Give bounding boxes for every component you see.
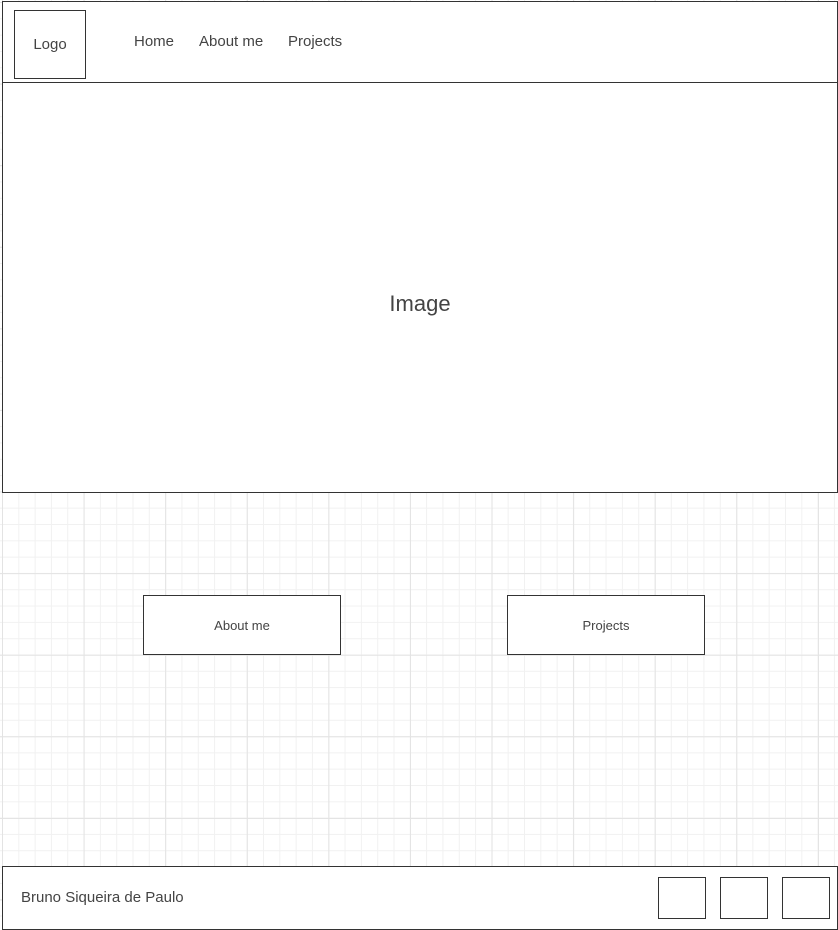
footer-author-name: Bruno Siqueira de Paulo — [21, 889, 184, 906]
projects-button-label: Projects — [582, 617, 630, 633]
social-link-placeholder-3[interactable] — [782, 877, 830, 919]
nav-link-projects[interactable]: Projects — [288, 33, 342, 51]
hero-image-placeholder: Image — [2, 82, 838, 493]
projects-button[interactable]: Projects — [507, 595, 705, 655]
site-header: Logo Home About me Projects — [2, 1, 838, 83]
about-me-button-label: About me — [214, 617, 270, 633]
social-link-placeholder-1[interactable] — [658, 877, 706, 919]
social-link-placeholder-2[interactable] — [720, 877, 768, 919]
site-footer: Bruno Siqueira de Paulo — [2, 866, 838, 930]
logo-label: Logo — [33, 36, 67, 53]
logo-placeholder[interactable]: Logo — [14, 10, 86, 79]
hero-image-label: Image — [389, 290, 451, 316]
about-me-button[interactable]: About me — [143, 595, 341, 655]
nav-link-about[interactable]: About me — [199, 33, 263, 51]
nav-link-home[interactable]: Home — [134, 33, 174, 51]
